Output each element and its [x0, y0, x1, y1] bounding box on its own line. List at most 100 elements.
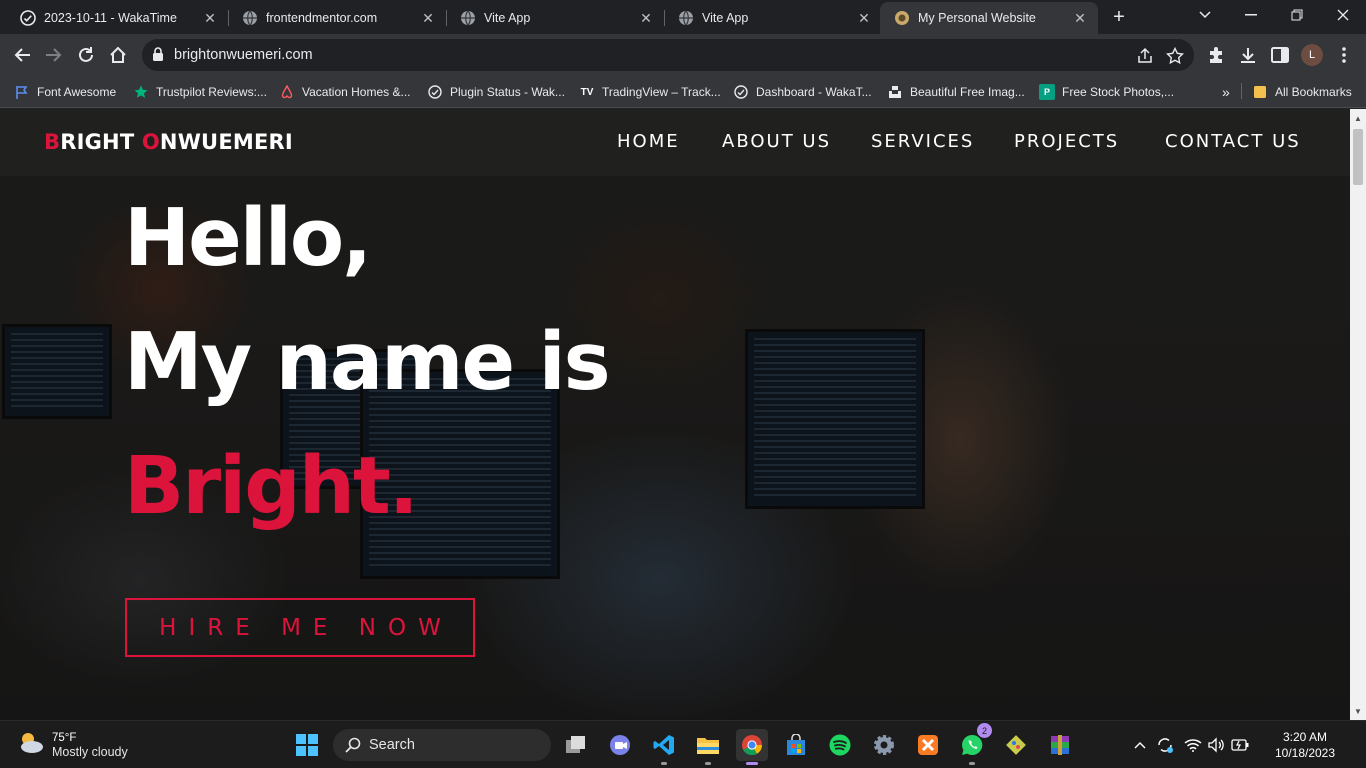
battery-icon[interactable] — [1230, 735, 1250, 755]
browser-toolbar: brightonwuemeri.com L — [0, 34, 1366, 76]
back-icon[interactable] — [9, 42, 35, 68]
teams-meet-icon[interactable] — [604, 729, 636, 761]
airbnb-icon — [279, 84, 295, 100]
close-icon[interactable]: ✕ — [856, 10, 872, 26]
xampp-icon[interactable] — [912, 729, 944, 761]
tab-wakatime[interactable]: 2023-10-11 - WakaTime ✕ — [6, 2, 228, 34]
site-header: BRIGHT ONWUEMERI HOME ABOUT US SERVICES … — [0, 109, 1350, 176]
notification-badge: 2 — [977, 723, 992, 738]
bookmark-label: Dashboard - WakaT... — [756, 85, 872, 99]
lock-icon[interactable] — [152, 47, 164, 67]
menu-kebab-icon[interactable] — [1334, 45, 1354, 65]
scroll-down-icon[interactable]: ▼ — [1350, 704, 1366, 718]
tab-vite-app-1[interactable]: Vite App ✕ — [446, 2, 664, 34]
close-icon[interactable]: ✕ — [202, 10, 218, 26]
whatsapp-icon[interactable]: 2 — [956, 723, 992, 765]
clock-time: 3:20 AM — [1282, 730, 1328, 744]
file-explorer-icon[interactable] — [692, 729, 724, 765]
volume-icon[interactable] — [1206, 735, 1226, 755]
close-icon[interactable]: ✕ — [638, 10, 654, 26]
windows-taskbar: 75°F Mostly cloudy Search 2 3:20 AM 10/1… — [0, 720, 1366, 768]
home-icon[interactable] — [105, 42, 131, 68]
forward-icon[interactable] — [41, 42, 67, 68]
address-bar[interactable]: brightonwuemeri.com — [142, 39, 1194, 71]
bookmark-airbnb[interactable]: Vacation Homes &... — [279, 83, 411, 101]
window-close-icon[interactable] — [1320, 0, 1366, 30]
site-logo[interactable]: BRIGHT ONWUEMERI — [44, 130, 293, 154]
bookmark-unsplash[interactable]: Beautiful Free Imag... — [887, 83, 1025, 101]
hire-me-button[interactable]: HIRE ME NOW — [125, 598, 475, 657]
new-tab-icon[interactable]: + — [1108, 6, 1130, 28]
tab-vite-app-2[interactable]: Vite App ✕ — [664, 2, 882, 34]
bookmark-dashboard-wakatime[interactable]: Dashboard - WakaT... — [733, 83, 872, 101]
close-icon[interactable]: ✕ — [420, 10, 436, 26]
git-icon[interactable] — [1000, 729, 1032, 761]
hire-me-label: HIRE ME NOW — [159, 614, 453, 641]
page-scrollbar[interactable]: ▲ ▼ — [1350, 109, 1366, 720]
bookmark-trustpilot[interactable]: Trustpilot Reviews:... — [133, 83, 267, 101]
nav-home[interactable]: HOME — [617, 131, 680, 155]
microsoft-store-icon[interactable] — [780, 729, 812, 761]
sync-icon[interactable] — [1155, 735, 1175, 755]
flag-icon — [14, 84, 30, 100]
bookmark-pexels[interactable]: P Free Stock Photos,... — [1039, 83, 1174, 101]
bookmarks-bar: Font Awesome Trustpilot Reviews:... Vaca… — [0, 76, 1366, 108]
tab-search-chevron-icon[interactable] — [1182, 0, 1228, 30]
bookmarks-divider — [1241, 83, 1242, 99]
side-panel-icon[interactable] — [1270, 45, 1290, 65]
tab-my-personal-website[interactable]: My Personal Website ✕ — [880, 2, 1098, 34]
tab-title: Vite App — [702, 11, 749, 25]
nav-services[interactable]: SERVICES — [871, 131, 974, 155]
bookmark-star-icon[interactable] — [1165, 46, 1185, 65]
scroll-up-icon[interactable]: ▲ — [1350, 111, 1366, 125]
wifi-icon[interactable] — [1183, 735, 1203, 755]
spotify-icon[interactable] — [824, 729, 856, 761]
close-icon[interactable]: ✕ — [1072, 10, 1088, 26]
bookmark-plugin-status[interactable]: Plugin Status - Wak... — [427, 83, 565, 101]
bookmark-label: All Bookmarks — [1275, 85, 1352, 99]
winrar-icon[interactable] — [1044, 729, 1076, 761]
wakatime-icon — [427, 84, 443, 100]
share-icon[interactable] — [1136, 47, 1154, 65]
tab-strip: 2023-10-11 - WakaTime ✕ frontendmentor.c… — [0, 0, 1366, 34]
all-bookmarks[interactable]: All Bookmarks — [1252, 83, 1352, 101]
nav-projects[interactable]: PROJECTS — [1014, 131, 1119, 155]
bookmark-tradingview[interactable]: TV TradingView – Track... — [579, 83, 721, 101]
search-label: Search — [369, 737, 415, 753]
task-view-icon[interactable] — [560, 729, 592, 761]
taskbar-search[interactable]: Search — [333, 729, 551, 761]
restore-icon[interactable] — [1274, 0, 1320, 30]
scrollbar-thumb[interactable] — [1353, 129, 1363, 185]
bookmark-label: Beautiful Free Imag... — [910, 85, 1025, 99]
download-icon[interactable] — [1238, 45, 1258, 65]
nav-contact-us[interactable]: CONTACT US — [1165, 131, 1301, 155]
chrome-icon[interactable] — [736, 729, 768, 765]
nav-about-us[interactable]: ABOUT US — [722, 131, 831, 155]
reload-icon[interactable] — [73, 42, 99, 68]
tab-title: Vite App — [484, 11, 531, 25]
extensions-icon[interactable] — [1206, 45, 1226, 65]
bookmark-label: TradingView – Track... — [602, 85, 721, 99]
url-text[interactable]: brightonwuemeri.com — [174, 47, 313, 63]
globe-icon — [242, 10, 258, 26]
profile-avatar[interactable]: L — [1301, 44, 1323, 66]
windows-start-icon[interactable] — [291, 729, 323, 761]
settings-icon[interactable] — [868, 729, 900, 761]
tab-title: frontendmentor.com — [266, 11, 378, 25]
tab-frontendmentor[interactable]: frontendmentor.com ✕ — [228, 2, 446, 34]
hero-intro: My name is — [124, 316, 611, 408]
cloudy-weather-icon — [16, 730, 46, 761]
bookmark-font-awesome[interactable]: Font Awesome — [14, 83, 116, 101]
wakatime-icon — [733, 84, 749, 100]
taskbar-clock[interactable]: 3:20 AM 10/18/2023 — [1258, 729, 1352, 761]
page-viewport: BRIGHT ONWUEMERI HOME ABOUT US SERVICES … — [0, 109, 1350, 720]
tray-overflow-chevron-icon[interactable] — [1130, 735, 1150, 755]
vscode-icon[interactable] — [648, 729, 680, 765]
bookmark-label: Font Awesome — [37, 85, 117, 99]
minimize-icon[interactable] — [1228, 0, 1274, 30]
weather-temp: 75°F — [52, 732, 77, 744]
globe-icon — [460, 10, 476, 26]
more-bookmarks-chevron[interactable]: » — [1222, 83, 1230, 101]
unsplash-icon — [887, 84, 903, 100]
weather-widget[interactable]: 75°F Mostly cloudy — [16, 730, 128, 761]
